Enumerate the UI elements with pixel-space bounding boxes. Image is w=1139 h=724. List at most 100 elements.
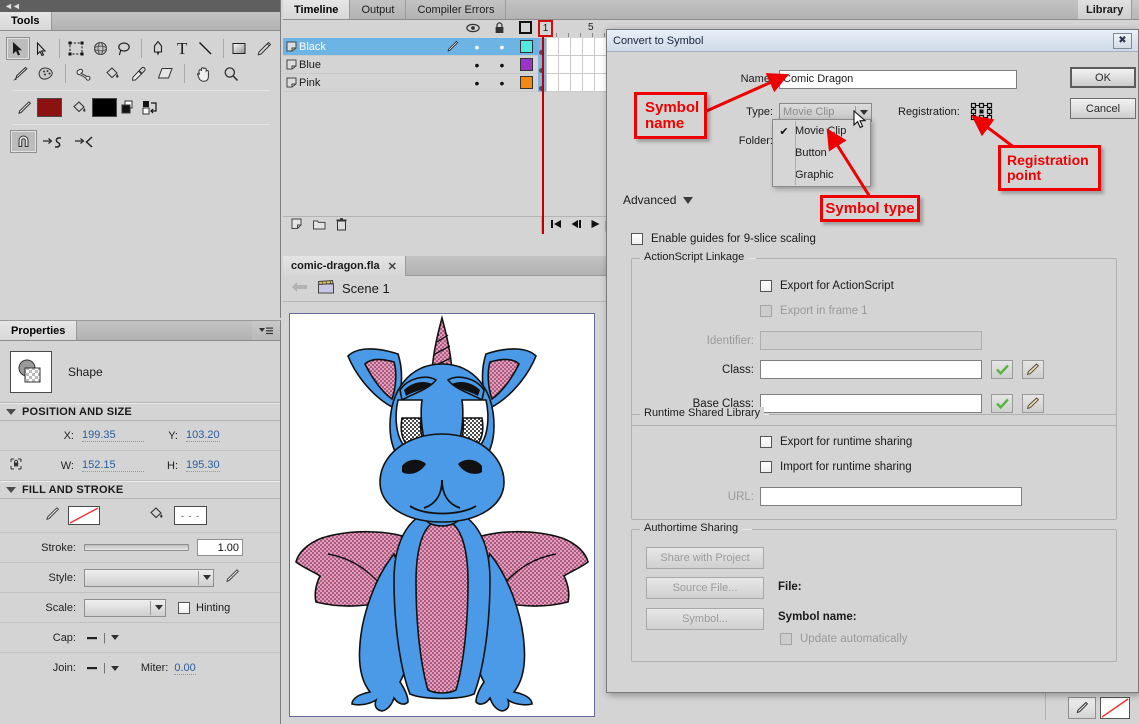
pen-tool[interactable] (147, 37, 171, 60)
layer-color-swatch[interactable] (514, 40, 538, 53)
section-fill-and-stroke[interactable]: FILL AND STROKE (0, 481, 280, 499)
timeline-layer-row[interactable]: Pink • • (283, 74, 538, 92)
eraser-tool[interactable] (152, 62, 179, 85)
stroke-width-slider[interactable] (84, 544, 189, 551)
edit-pencil-icon[interactable] (1022, 394, 1044, 413)
hand-tool[interactable] (190, 62, 217, 85)
panel-scrollbar[interactable] (1045, 690, 1059, 720)
layer-visible-dot[interactable]: • (464, 60, 490, 70)
symbol-name-input[interactable]: Comic Dragon (779, 70, 1017, 89)
ok-button[interactable]: OK (1070, 67, 1136, 88)
scale-select[interactable] (84, 599, 166, 617)
layer-lock-dot[interactable]: • (490, 42, 514, 52)
green-check-icon[interactable] (991, 394, 1013, 413)
edit-stroke-style-pencil-icon[interactable] (224, 568, 240, 587)
export-runtime-checkbox[interactable] (760, 436, 772, 448)
layer-color-swatch[interactable] (514, 58, 538, 71)
tab-output[interactable]: Output (350, 0, 406, 19)
tab-library[interactable]: Library (1078, 0, 1132, 20)
lasso-tool[interactable] (112, 37, 136, 60)
y-value[interactable]: 103.20 (186, 429, 220, 442)
close-icon[interactable]: ✕ (388, 260, 397, 273)
export-for-actionscript-row[interactable]: Export for ActionScript (760, 280, 894, 292)
layer-lock-dot[interactable]: • (490, 60, 514, 70)
zoom-tool[interactable] (217, 62, 244, 85)
comic-dragon-illustration[interactable] (290, 314, 594, 716)
tab-tools[interactable]: Tools (0, 12, 52, 30)
dropdown-item-graphic[interactable]: Graphic (773, 164, 870, 186)
cap-select[interactable]: | (86, 632, 119, 644)
advanced-toggle[interactable]: Advanced (623, 193, 693, 207)
back-arrow-icon[interactable] (291, 281, 308, 296)
straighten-option[interactable] (69, 130, 101, 153)
black-and-white-icon[interactable] (117, 96, 139, 119)
pencil-tool[interactable] (252, 37, 276, 60)
3d-rotation-tool[interactable] (88, 37, 112, 60)
ok-button-label[interactable]: OK (1070, 67, 1136, 88)
w-value[interactable]: 152.15 (82, 459, 144, 472)
go-to-first-frame-icon[interactable] (550, 219, 562, 232)
url-input[interactable] (760, 487, 1022, 506)
fill-color-swatch[interactable]: - - - (174, 506, 207, 525)
new-layer-icon[interactable] (291, 218, 303, 233)
close-icon[interactable]: ✖ (1113, 33, 1132, 49)
timeline-layer-row[interactable]: Blue • • (283, 56, 538, 74)
rectangle-tool[interactable] (229, 37, 253, 60)
x-value[interactable]: 199.35 (82, 429, 144, 442)
layer-name[interactable]: Blue (299, 59, 440, 71)
play-icon[interactable] (590, 219, 601, 232)
stroke-color-swatch[interactable] (37, 98, 62, 117)
layer-visible-dot[interactable]: • (464, 42, 490, 52)
free-transform-tool[interactable] (65, 37, 89, 60)
layer-name[interactable]: Pink (299, 77, 440, 89)
hinting-checkbox-wrap[interactable]: Hinting (178, 602, 230, 614)
stroke-color-swatch[interactable] (68, 506, 100, 525)
nine-slice-row[interactable]: Enable guides for 9-slice scaling (631, 233, 816, 245)
snap-to-objects-toggle[interactable] (10, 130, 37, 153)
import-runtime-checkbox[interactable] (760, 461, 772, 473)
eyedropper-tool[interactable] (125, 62, 152, 85)
stroke-width-input[interactable]: 1.00 (197, 539, 243, 556)
import-runtime-row[interactable]: Import for runtime sharing (760, 461, 912, 473)
timeline-layer-row[interactable]: Black • • (283, 38, 538, 56)
smooth-option[interactable] (37, 130, 69, 153)
deco-tool[interactable] (33, 62, 60, 85)
eye-icon[interactable] (466, 23, 480, 36)
brush-tool[interactable] (6, 62, 33, 85)
delete-layer-icon[interactable] (336, 218, 347, 234)
base-class-input[interactable] (760, 394, 982, 413)
stroke-style-select[interactable] (84, 569, 214, 587)
stage-canvas[interactable] (289, 313, 595, 717)
swap-colors-icon[interactable] (139, 96, 161, 119)
bone-tool[interactable] (71, 62, 98, 85)
step-back-icon[interactable] (570, 219, 582, 232)
export-runtime-row[interactable]: Export for runtime sharing (760, 436, 912, 448)
outline-square-icon[interactable] (519, 21, 532, 37)
tab-properties[interactable]: Properties (0, 321, 77, 340)
registration-point-grid-icon[interactable] (970, 101, 994, 124)
paint-bucket-tool[interactable] (98, 62, 125, 85)
h-value[interactable]: 195.30 (186, 459, 220, 472)
text-tool[interactable]: T (170, 37, 194, 60)
lock-aspect-ratio-icon[interactable] (8, 456, 34, 475)
join-select[interactable]: | (86, 662, 119, 674)
panel-menu-icon[interactable] (252, 321, 280, 340)
stroke-pencil-icon[interactable] (1068, 697, 1096, 719)
new-folder-icon[interactable] (313, 219, 326, 233)
stroke-color-swatch-bottom[interactable] (1100, 697, 1130, 719)
collapse-double-left-icon[interactable]: ◄◄ (0, 0, 280, 12)
layer-name[interactable]: Black (299, 41, 440, 53)
tab-compiler-errors[interactable]: Compiler Errors (406, 0, 506, 19)
green-check-icon[interactable] (991, 360, 1013, 379)
section-position-and-size[interactable]: POSITION AND SIZE (0, 403, 280, 421)
document-tab[interactable]: comic-dragon.fla ✕ (283, 256, 406, 276)
hinting-checkbox[interactable] (178, 602, 190, 614)
line-tool[interactable] (194, 37, 218, 60)
nine-slice-checkbox[interactable] (631, 233, 643, 245)
subselection-tool[interactable] (30, 37, 54, 60)
fill-color-swatch[interactable] (92, 98, 117, 117)
dropdown-item-button[interactable]: Button (773, 142, 870, 164)
miter-value[interactable]: 0.00 (174, 662, 195, 675)
scene-label[interactable]: Scene 1 (342, 281, 390, 296)
playhead-frame-number[interactable]: 1 (538, 20, 553, 37)
